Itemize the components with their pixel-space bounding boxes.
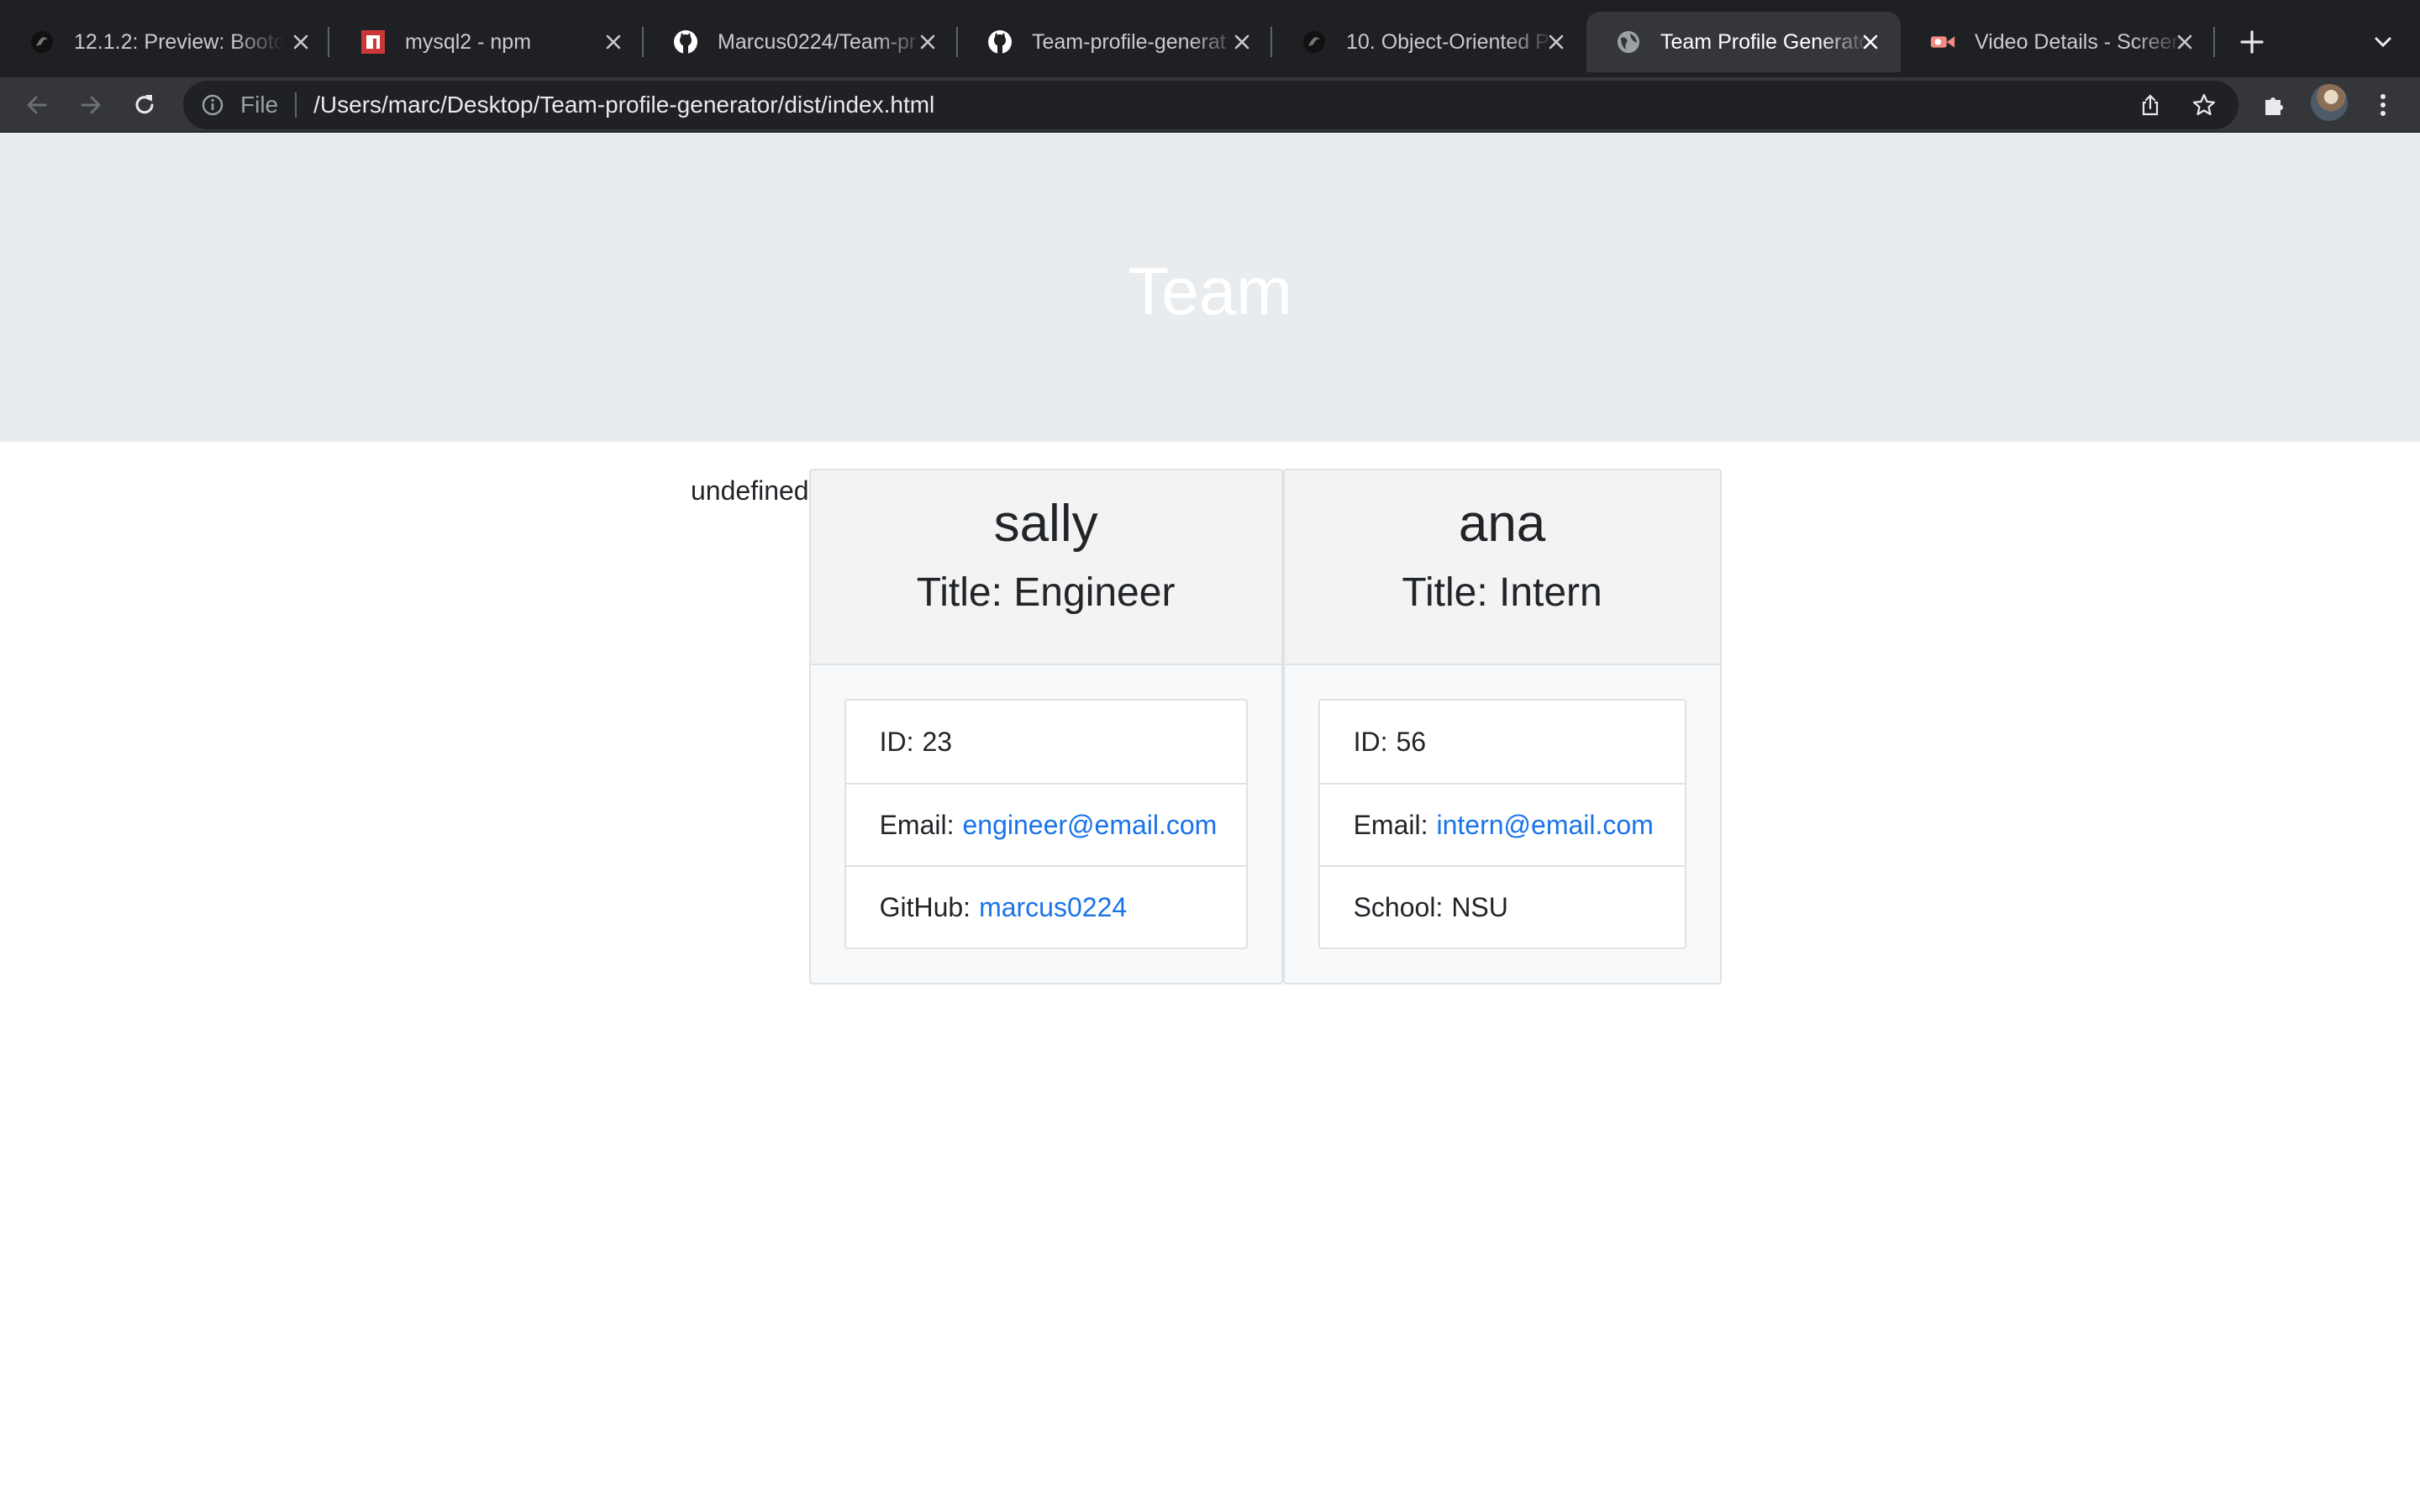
github-link[interactable]: marcus0224: [979, 892, 1127, 923]
site-info-icon[interactable]: [198, 91, 227, 119]
forward-arrow-icon[interactable]: [71, 85, 111, 125]
details-list: ID: 23 Email: engineer@email.com GitHub:…: [844, 699, 1248, 949]
globe-icon: [1615, 29, 1642, 55]
team-cards-row: undefined sally Title: Engineer ID: 23 E…: [691, 469, 1722, 984]
close-tab-icon[interactable]: [286, 27, 316, 57]
extensions-puzzle-icon[interactable]: [2254, 85, 2294, 125]
tab-bootcamp-preview[interactable]: 12.1.2: Preview: Bootc: [0, 12, 331, 72]
tab-title: Marcus0224/Team-pr: [718, 29, 917, 54]
github-icon: [986, 29, 1013, 55]
url-text[interactable]: /Users/marc/Desktop/Team-profile-generat…: [313, 92, 934, 118]
tab-title: Video Details - Screen: [1975, 29, 2184, 54]
close-tab-icon[interactable]: [598, 27, 629, 57]
github-icon: [672, 29, 699, 55]
employee-card-intern: ana Title: Intern ID: 56 Email: intern@e…: [1282, 469, 1722, 984]
close-tab-icon[interactable]: [1227, 27, 1257, 57]
email-link[interactable]: engineer@email.com: [962, 810, 1217, 841]
email-label: Email:: [879, 809, 955, 840]
back-arrow-icon[interactable]: [17, 85, 57, 125]
list-item-school: School: NSU: [1319, 865, 1685, 948]
close-tab-icon[interactable]: [1855, 27, 1886, 57]
team-banner: Team: [0, 133, 2420, 442]
bcs-logo-icon: [1301, 29, 1328, 55]
tab-github-repo[interactable]: Marcus0224/Team-pr: [644, 12, 958, 72]
close-tab-icon[interactable]: [913, 27, 943, 57]
bookmark-star-icon[interactable]: [2190, 91, 2218, 119]
id-value: 23: [922, 726, 953, 757]
tab-object-oriented[interactable]: 10. Object-Oriented P: [1272, 12, 1586, 72]
tab-video-details[interactable]: Video Details - Screen: [1901, 12, 2215, 72]
browser-toolbar: File /Users/marc/Desktop/Team-profile-ge…: [0, 77, 2420, 133]
employee-role: Title: Engineer: [916, 570, 1176, 615]
more-menu-icon[interactable]: [2363, 85, 2403, 125]
tab-github-team-profile[interactable]: Team-profile-generat: [958, 12, 1272, 72]
list-item-id: ID: 23: [846, 701, 1246, 783]
tab-title: mysql2 - npm: [405, 29, 532, 54]
address-bar[interactable]: File /Users/marc/Desktop/Team-profile-ge…: [183, 81, 2238, 129]
tab-separator: [2213, 27, 2215, 57]
share-icon[interactable]: [2136, 91, 2165, 119]
id-value: 56: [1396, 726, 1427, 757]
tab-mysql2-npm[interactable]: mysql2 - npm: [331, 12, 644, 72]
email-link[interactable]: intern@email.com: [1436, 810, 1653, 841]
card-header: sally Title: Engineer: [810, 470, 1281, 665]
employee-name: sally: [993, 495, 1098, 553]
employee-role: Title: Intern: [1402, 570, 1602, 615]
email-label: Email:: [1353, 809, 1428, 840]
scheme-label: File: [240, 92, 279, 118]
stray-text: undefined: [691, 475, 809, 506]
new-tab-button[interactable]: [2232, 22, 2272, 62]
school-value: NSU: [1451, 891, 1508, 922]
tab-title: Team-profile-generat: [1032, 29, 1226, 54]
page-title: Team: [1128, 254, 1292, 328]
tab-title: Team Profile Generato: [1660, 29, 1870, 54]
address-divider: [295, 92, 297, 118]
details-list: ID: 56 Email: intern@email.com School: N…: [1318, 699, 1686, 949]
close-tab-icon[interactable]: [2170, 27, 2200, 57]
tab-strip: 12.1.2: Preview: Bootc mysql2 - npm Marc…: [0, 0, 2420, 77]
id-label: ID:: [1353, 726, 1388, 757]
card-body: ID: 56 Email: intern@email.com School: N…: [1285, 665, 1720, 983]
tab-team-profile-generator[interactable]: Team Profile Generato: [1586, 12, 1901, 72]
tab-separator: [328, 27, 329, 57]
tab-title: 10. Object-Oriented P: [1346, 29, 1549, 54]
card-body: ID: 23 Email: engineer@email.com GitHub:…: [811, 665, 1281, 983]
github-label: GitHub:: [879, 891, 971, 922]
list-item-email: Email: engineer@email.com: [845, 783, 1246, 865]
list-item-github: GitHub: marcus0224: [845, 865, 1246, 948]
employee-card-engineer: sally Title: Engineer ID: 23 Email: engi…: [808, 469, 1283, 984]
id-label: ID:: [879, 726, 914, 757]
tab-search-chevron-icon[interactable]: [2366, 25, 2400, 59]
npm-icon: [360, 29, 387, 55]
profile-avatar[interactable]: [2311, 84, 2348, 121]
bcs-logo-icon: [29, 29, 55, 55]
list-item-email: Email: intern@email.com: [1319, 783, 1685, 865]
employee-name: ana: [1458, 495, 1546, 553]
close-tab-icon[interactable]: [1541, 27, 1571, 57]
card-header: ana Title: Intern: [1284, 470, 1720, 665]
tab-title: 12.1.2: Preview: Bootc: [74, 29, 284, 54]
screencastify-icon: [1929, 29, 1956, 55]
school-label: School:: [1353, 891, 1444, 922]
reload-icon[interactable]: [124, 85, 165, 125]
list-item-id: ID: 56: [1320, 701, 1685, 783]
